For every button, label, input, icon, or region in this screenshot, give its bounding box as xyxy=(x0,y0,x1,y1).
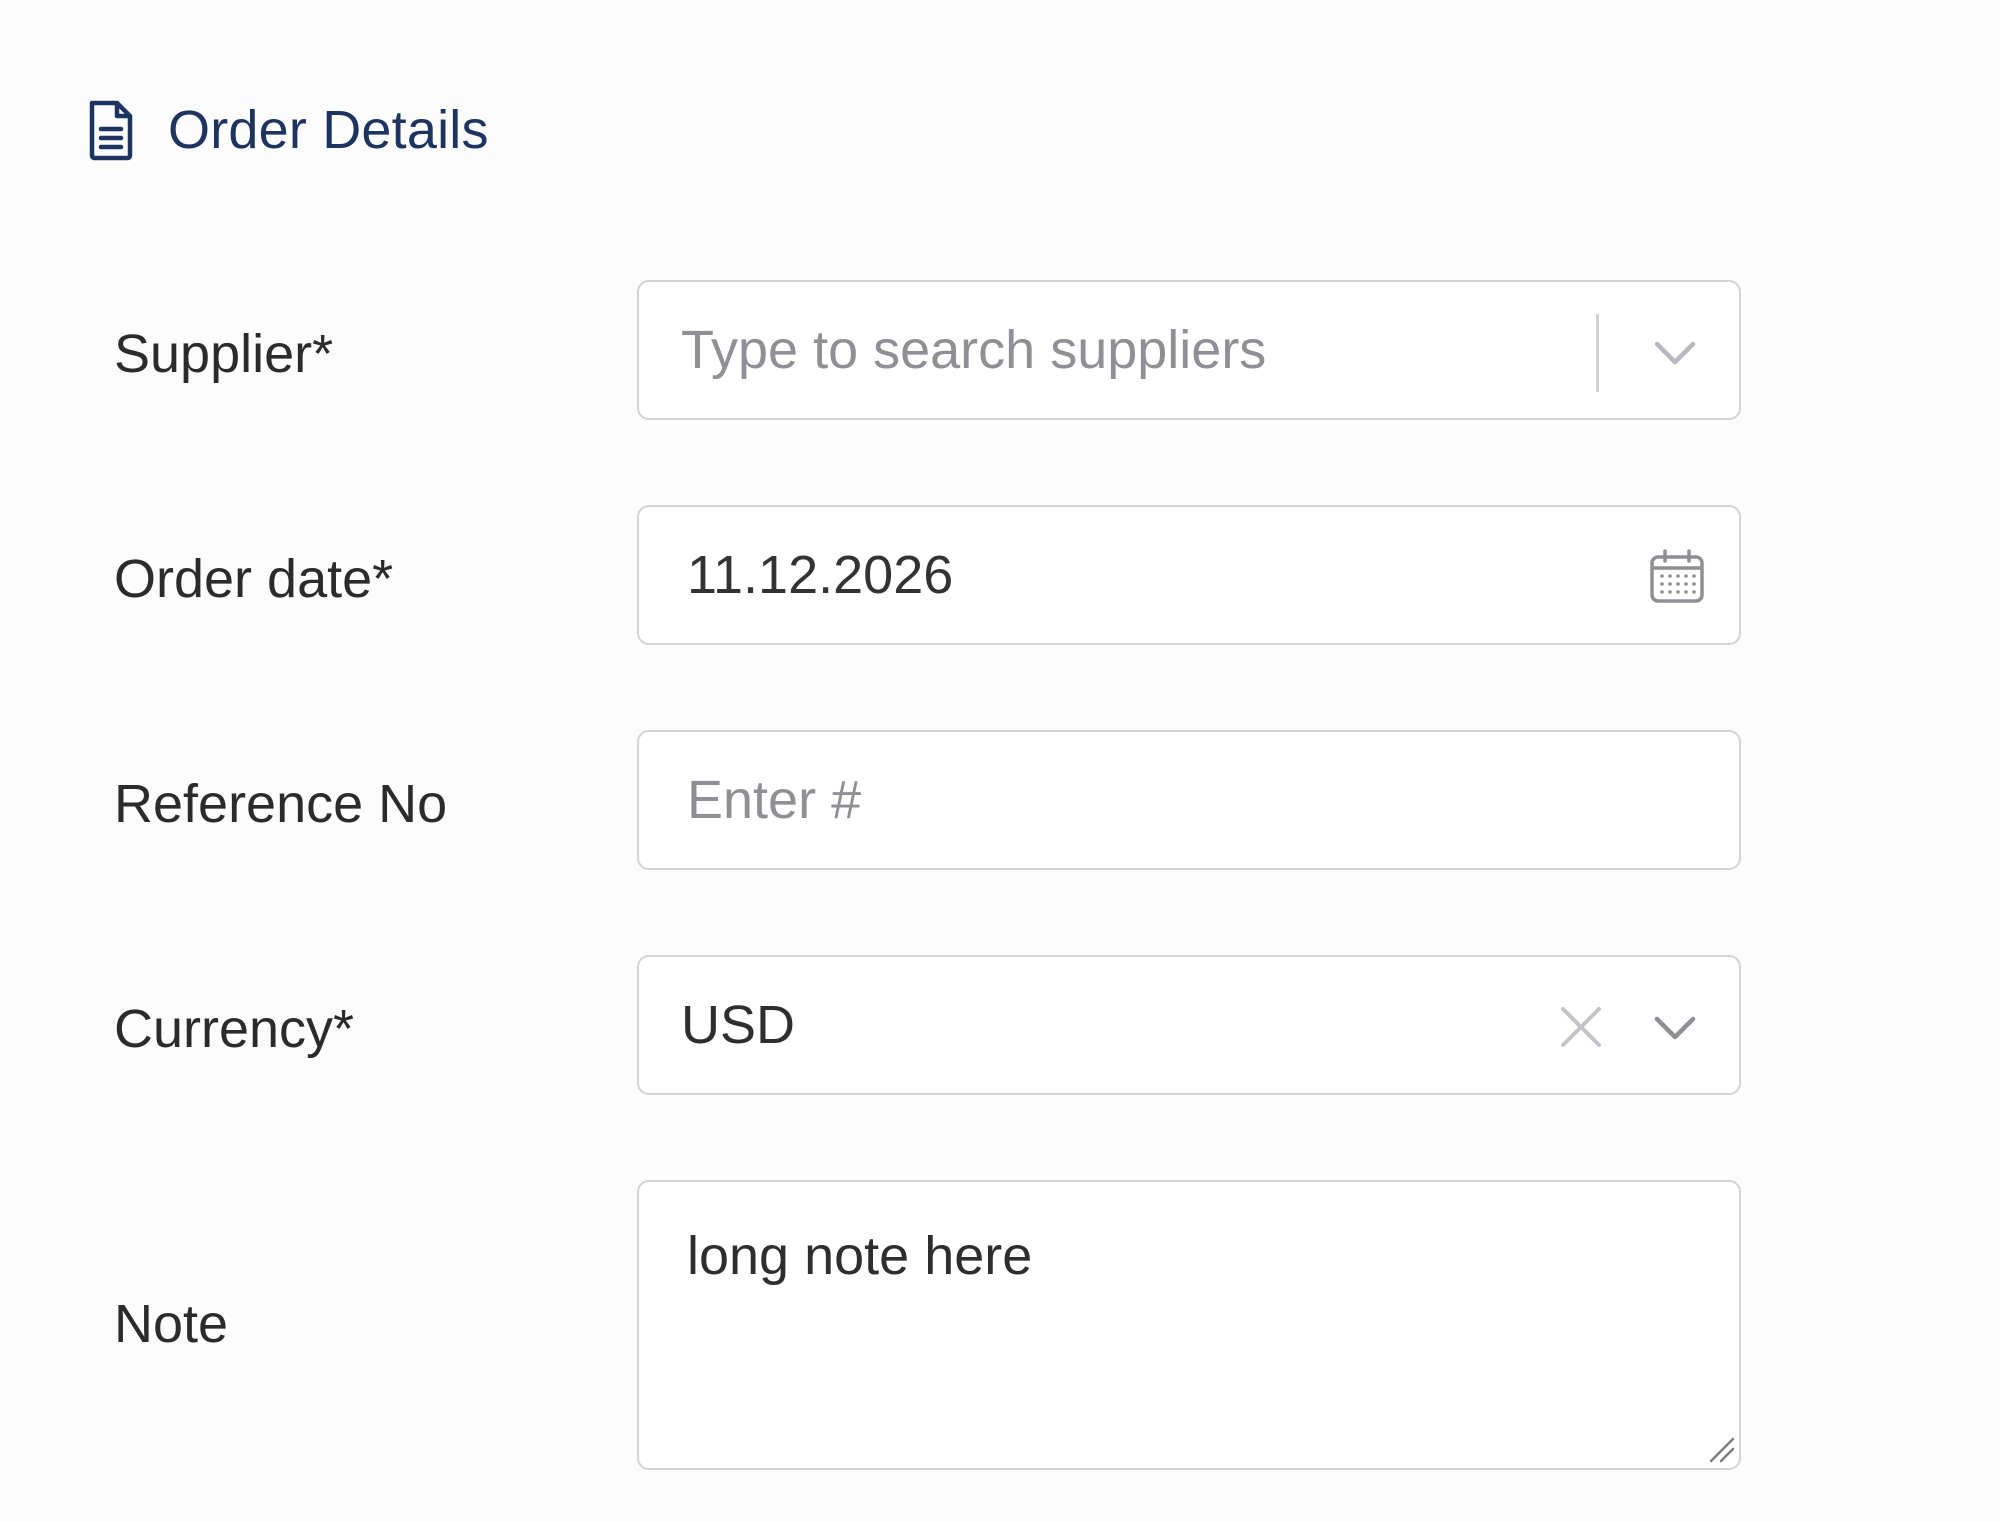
resize-handle-icon[interactable] xyxy=(1709,1437,1735,1463)
note-label: Note xyxy=(114,1294,229,1354)
currency-value: USD xyxy=(681,995,796,1055)
clear-icon[interactable] xyxy=(1559,1005,1603,1049)
order-date-input[interactable]: 11.12.2026 xyxy=(637,505,1741,645)
currency-select[interactable]: USD xyxy=(637,955,1741,1095)
section-title: Order Details xyxy=(168,100,489,160)
order-date-label: Order date* xyxy=(114,549,394,609)
supplier-label: Supplier* xyxy=(114,324,334,384)
reference-no-input[interactable]: Enter # xyxy=(637,730,1741,870)
currency-label: Currency* xyxy=(114,999,355,1059)
supplier-placeholder: Type to search suppliers xyxy=(681,320,1267,380)
reference-no-placeholder: Enter # xyxy=(687,770,862,830)
supplier-select[interactable]: Type to search suppliers xyxy=(637,280,1741,420)
chevron-down-icon[interactable] xyxy=(1651,1007,1699,1047)
document-icon xyxy=(89,100,133,161)
select-divider xyxy=(1596,314,1599,392)
order-date-value: 11.12.2026 xyxy=(687,545,954,605)
chevron-down-icon[interactable] xyxy=(1651,332,1699,372)
note-value: long note here xyxy=(687,1226,1033,1286)
note-textarea[interactable]: long note here xyxy=(637,1180,1741,1470)
calendar-icon[interactable] xyxy=(1648,549,1706,605)
reference-no-label: Reference No xyxy=(114,774,448,834)
section-header: Order Details xyxy=(86,98,489,162)
